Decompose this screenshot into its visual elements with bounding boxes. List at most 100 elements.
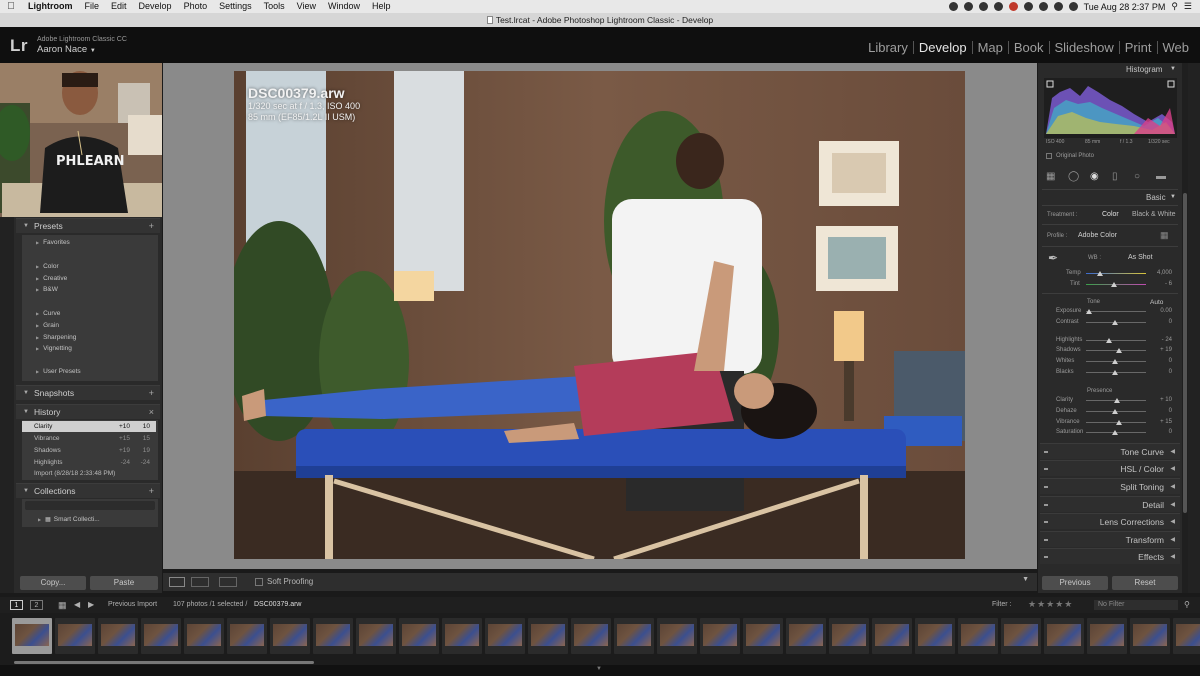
filmstrip-thumbnail[interactable] [786, 618, 826, 654]
filter-lock-icon[interactable]: ⚲ [1184, 600, 1190, 609]
module-web[interactable]: Web [1158, 41, 1195, 54]
section-header[interactable]: Lens Corrections ◀ [1040, 513, 1180, 529]
alert-icon[interactable] [1008, 2, 1018, 11]
rating-filter-stars-icon[interactable]: ★★★★★ [1028, 599, 1073, 610]
module-book[interactable]: Book [1009, 41, 1050, 54]
slider-knob[interactable] [1112, 359, 1118, 364]
lock-icon[interactable] [1023, 2, 1033, 11]
dropbox-icon[interactable] [963, 2, 973, 11]
slider-value[interactable]: 0.00 [1148, 308, 1172, 314]
menu-app[interactable]: Lightroom [22, 0, 79, 13]
filmstrip-thumbnail[interactable] [141, 618, 181, 654]
filmstrip-thumbnail[interactable] [958, 618, 998, 654]
wifi-icon[interactable] [1038, 2, 1048, 11]
history-panel-header[interactable]: ▼ History × [16, 404, 160, 419]
section-header[interactable]: Detail ◀ [1040, 496, 1180, 512]
user-name[interactable]: Aaron Nace ▼ [37, 44, 96, 55]
panel-switch-icon[interactable] [1044, 521, 1048, 523]
slider-knob[interactable] [1112, 409, 1118, 414]
slider-knob[interactable] [1114, 398, 1120, 403]
wb-dropdown[interactable]: As Shot [1128, 254, 1153, 261]
menu-window[interactable]: Window [322, 0, 366, 13]
search-icon[interactable]: ⚲ [1171, 1, 1178, 12]
slider-track[interactable] [1086, 340, 1146, 341]
slider-value[interactable]: + 19 [1148, 347, 1172, 353]
camera-icon[interactable] [993, 2, 1003, 11]
preset-folder-vignetting[interactable]: ▶ Vignetting [36, 345, 72, 352]
slider-value[interactable]: 0 [1148, 408, 1172, 414]
paste-settings-button[interactable]: Paste [90, 576, 158, 590]
slider-knob[interactable] [1086, 309, 1092, 314]
panel-switch-icon[interactable] [1044, 451, 1048, 453]
slider-value[interactable]: 0 [1148, 429, 1172, 435]
basic-panel-title[interactable]: Basic [1146, 193, 1166, 202]
previous-button[interactable]: Previous [1042, 576, 1108, 590]
radial-filter-icon[interactable]: ○ [1134, 171, 1140, 182]
slider-value[interactable]: + 10 [1148, 397, 1172, 403]
spot-removal-icon[interactable]: ◯ [1068, 171, 1079, 182]
history-row[interactable]: Shadows +19 19 [22, 445, 156, 456]
volume-icon[interactable] [1053, 2, 1063, 11]
copy-settings-button[interactable]: Copy... [20, 576, 86, 590]
tint-value[interactable]: - 6 [1150, 281, 1172, 287]
menu-help[interactable]: Help [366, 0, 397, 13]
loupe-view-icon[interactable] [169, 577, 185, 587]
preset-folder-creative[interactable]: ▶ Creative [36, 275, 67, 282]
right-panel-toggle[interactable] [1188, 63, 1200, 593]
menubar-clock[interactable]: Tue Aug 28 2:37 PM [1084, 2, 1166, 12]
main-window-button[interactable]: 1 [10, 600, 23, 610]
disclosure-open-icon[interactable]: ▼ [1170, 66, 1176, 72]
panel-switch-icon[interactable] [1044, 486, 1048, 488]
menu-list-icon[interactable]: ☰ [1184, 1, 1192, 12]
preset-folder-sharpening[interactable]: ▶ Sharpening [36, 334, 76, 341]
filmstrip-thumbnail[interactable] [614, 618, 654, 654]
reset-button[interactable]: Reset [1112, 576, 1178, 590]
collections-filter-input[interactable] [25, 501, 155, 510]
histogram-graph[interactable] [1044, 78, 1177, 138]
menu-file[interactable]: File [79, 0, 106, 13]
filmstrip-thumbnail[interactable] [356, 618, 396, 654]
slider-knob[interactable] [1112, 320, 1118, 325]
slider-knob[interactable] [1106, 338, 1112, 343]
treatment-bw-option[interactable]: Black & White [1132, 211, 1176, 218]
module-slideshow[interactable]: Slideshow [1050, 41, 1120, 54]
white-balance-eyedropper-icon[interactable]: ✒ [1048, 251, 1058, 265]
filmstrip-thumbnail[interactable] [700, 618, 740, 654]
module-map[interactable]: Map [973, 41, 1009, 54]
add-preset-icon[interactable]: + [149, 221, 154, 231]
profile-browser-icon[interactable]: ▦ [1160, 230, 1169, 241]
before-after-view-icon[interactable] [191, 577, 209, 587]
filmstrip[interactable] [0, 613, 1200, 665]
module-develop[interactable]: Develop [914, 41, 973, 54]
before-after-swap-icon[interactable] [219, 577, 237, 587]
filmstrip-thumbnail[interactable] [571, 618, 611, 654]
filmstrip-thumbnail[interactable] [1173, 618, 1200, 654]
history-row[interactable]: Import (8/28/18 2:33:48 PM) [22, 468, 156, 479]
filmstrip-thumbnail[interactable] [12, 618, 52, 654]
filmstrip-thumbnail[interactable] [829, 618, 869, 654]
sync-icon[interactable] [978, 2, 988, 11]
filmstrip-thumbnail[interactable] [1001, 618, 1041, 654]
history-row[interactable]: Highlights -24 -24 [22, 457, 156, 468]
tint-slider-knob[interactable] [1111, 282, 1117, 287]
filmstrip-thumbnail[interactable] [743, 618, 783, 654]
panel-switch-icon[interactable] [1044, 556, 1048, 558]
grid-view-icon[interactable]: ▦ [58, 600, 67, 611]
treatment-color-option[interactable]: Color [1102, 211, 1119, 218]
filmstrip-thumbnail[interactable] [442, 618, 482, 654]
profile-dropdown[interactable]: Adobe Color [1078, 232, 1117, 239]
slider-value[interactable]: 0 [1148, 358, 1172, 364]
toolbar-menu-icon[interactable]: ▼ [1022, 576, 1029, 583]
back-arrow-icon[interactable]: ◀ [74, 600, 80, 609]
filmstrip-thumbnail[interactable] [915, 618, 955, 654]
filmstrip-thumbnail[interactable] [270, 618, 310, 654]
section-header[interactable]: Transform ◀ [1040, 531, 1180, 547]
image-canvas[interactable]: DSC00379.arw 1/320 sec at f / 1.3, ISO 4… [163, 63, 1037, 569]
collections-panel-header[interactable]: ▼ Collections + [16, 483, 160, 498]
forward-arrow-icon[interactable]: ▶ [88, 600, 94, 609]
disclosure-open-icon[interactable]: ▼ [1170, 194, 1176, 200]
preset-folder-grain[interactable]: ▶ Grain [36, 322, 59, 329]
filmstrip-thumbnail[interactable] [313, 618, 353, 654]
clear-history-icon[interactable]: × [149, 407, 154, 417]
menu-settings[interactable]: Settings [213, 0, 258, 13]
